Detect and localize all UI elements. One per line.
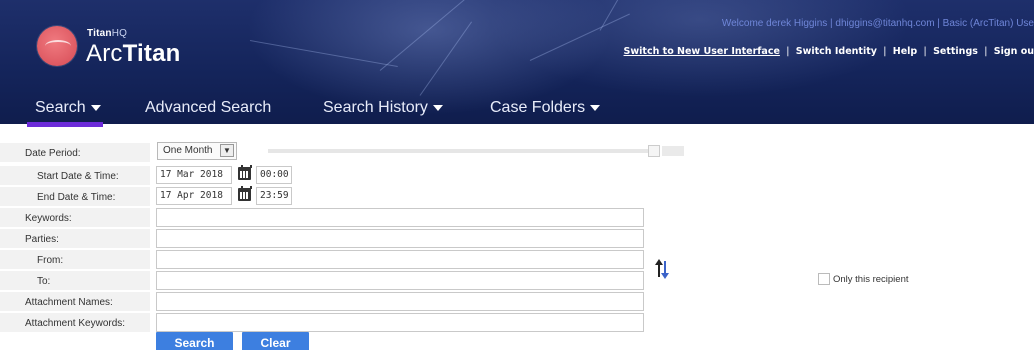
caret-down-icon bbox=[90, 104, 101, 111]
main-nav: Search Advanced Search Search History Ca… bbox=[0, 97, 1034, 124]
product-name: ArcTitan bbox=[86, 40, 181, 67]
company-name: TitanHQ bbox=[87, 28, 128, 39]
from-input[interactable] bbox=[156, 250, 644, 269]
to-input[interactable] bbox=[156, 271, 644, 290]
nav-active-indicator bbox=[27, 122, 103, 127]
switch-identity-link[interactable]: Switch Identity bbox=[796, 46, 877, 57]
nav-case-folders[interactable]: Case Folders bbox=[490, 99, 601, 117]
titanhq-logo[interactable] bbox=[37, 26, 77, 66]
sign-out-link[interactable]: Sign ou bbox=[994, 46, 1034, 57]
caret-down-icon bbox=[432, 104, 443, 111]
date-range-slider[interactable] bbox=[268, 149, 648, 153]
start-date-label: Start Date & Time: bbox=[37, 171, 119, 182]
top-links: Switch to New User Interface | Switch Id… bbox=[623, 46, 1034, 57]
end-date-input[interactable]: 17 Apr 2018 bbox=[156, 187, 232, 205]
switch-ui-link[interactable]: Switch to New User Interface bbox=[624, 46, 780, 57]
slider-handle[interactable] bbox=[648, 145, 660, 157]
date-period-label: Date Period: bbox=[25, 148, 81, 159]
attachment-keywords-input[interactable] bbox=[156, 313, 644, 332]
swap-parties-icon[interactable] bbox=[653, 259, 673, 281]
only-recipient-label: Only this recipient bbox=[833, 274, 909, 285]
from-label: From: bbox=[37, 255, 64, 266]
end-date-label: End Date & Time: bbox=[37, 192, 116, 203]
attachment-keywords-label: Attachment Keywords: bbox=[25, 318, 126, 329]
slider-end bbox=[662, 146, 684, 156]
nav-search-history[interactable]: Search History bbox=[323, 99, 443, 117]
label-bg bbox=[0, 208, 150, 227]
label-bg bbox=[0, 271, 150, 290]
keywords-label: Keywords: bbox=[25, 213, 72, 224]
label-bg bbox=[0, 250, 150, 269]
parties-label: Parties: bbox=[25, 234, 59, 245]
welcome-text: Welcome derek Higgins | dhiggins@titanhq… bbox=[721, 18, 1034, 29]
keywords-input[interactable] bbox=[156, 208, 644, 227]
settings-link[interactable]: Settings bbox=[933, 46, 978, 57]
only-recipient-checkbox[interactable] bbox=[818, 273, 830, 285]
end-time-input[interactable]: 23:59 bbox=[256, 187, 292, 205]
label-bg bbox=[0, 229, 150, 248]
nav-search[interactable]: Search bbox=[35, 99, 101, 117]
nav-advanced-search[interactable]: Advanced Search bbox=[145, 99, 271, 117]
calendar-icon[interactable] bbox=[238, 186, 252, 201]
parties-input[interactable] bbox=[156, 229, 644, 248]
caret-down-icon bbox=[590, 104, 601, 111]
start-time-input[interactable]: 00:00 bbox=[256, 166, 292, 184]
search-button[interactable]: Search bbox=[156, 332, 233, 350]
start-date-input[interactable]: 17 Mar 2018 bbox=[156, 166, 232, 184]
app-header: TitanHQ ArcTitan Welcome derek Higgins |… bbox=[0, 0, 1034, 124]
help-link[interactable]: Help bbox=[893, 46, 917, 57]
chevron-down-icon: ▼ bbox=[220, 144, 234, 157]
attachment-names-input[interactable] bbox=[156, 292, 644, 311]
to-label: To: bbox=[37, 276, 51, 287]
calendar-icon[interactable] bbox=[238, 165, 252, 180]
date-period-select[interactable]: One Month ▼ bbox=[157, 142, 237, 160]
clear-button[interactable]: Clear bbox=[242, 332, 309, 350]
attachment-names-label: Attachment Names: bbox=[25, 297, 113, 308]
